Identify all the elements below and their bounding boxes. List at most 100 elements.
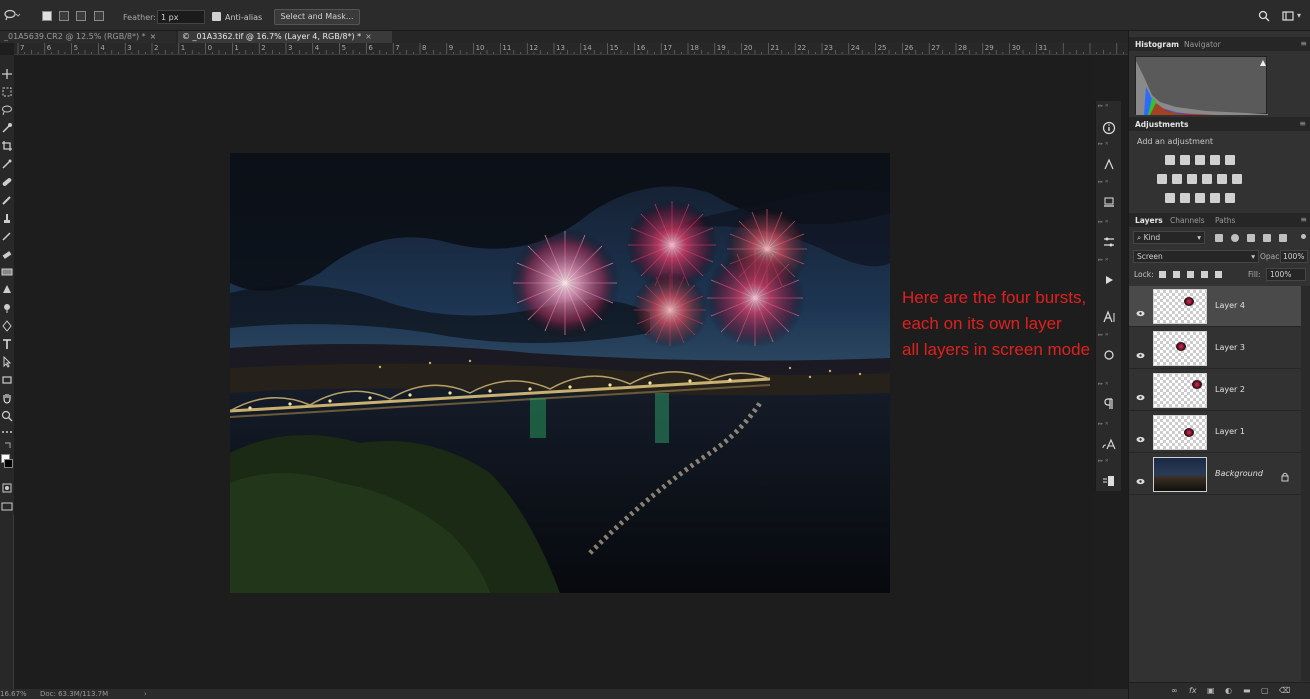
background-color-swatch[interactable] [4, 459, 13, 468]
photo-filter-icon[interactable] [1202, 174, 1212, 184]
filter-shape-icon[interactable] [1263, 234, 1271, 242]
tab-paths[interactable]: Paths [1215, 216, 1235, 225]
tab-navigator[interactable]: Navigator [1184, 40, 1221, 49]
hand-tool-icon[interactable] [1, 389, 13, 404]
pen-tool-icon[interactable] [1, 317, 13, 332]
tab-document-1[interactable]: _01A5639.CR2 @ 12.5% (RGB/8*) * × [0, 31, 176, 43]
screen-mode-icon[interactable] [1, 497, 13, 511]
layer-row-layer-2[interactable]: Layer 2 [1129, 370, 1301, 411]
selective-color-icon[interactable] [1225, 193, 1235, 203]
tab-layers[interactable]: Layers [1135, 216, 1163, 225]
filter-smart-object-icon[interactable] [1279, 234, 1287, 242]
posterize-icon[interactable] [1180, 193, 1190, 203]
marquee-tool-icon[interactable] [1, 83, 13, 97]
curves-icon[interactable] [1195, 155, 1205, 165]
history-brush-tool-icon[interactable] [1, 227, 13, 241]
visibility-eye-icon[interactable] [1136, 344, 1145, 359]
swap-colors-icon[interactable] [1, 437, 13, 449]
clone-source-icon[interactable] [1102, 194, 1116, 208]
dodge-tool-icon[interactable] [1, 299, 13, 313]
layer-comps-icon[interactable] [1102, 473, 1116, 487]
path-selection-tool-icon[interactable] [1, 353, 13, 368]
filter-adjustment-icon[interactable] [1231, 234, 1239, 242]
visibility-eye-icon[interactable] [1136, 470, 1145, 485]
layers-scrollbar[interactable] [1301, 286, 1310, 681]
gradient-tool-icon[interactable] [1, 263, 13, 276]
actions-play-icon[interactable] [1102, 272, 1116, 286]
glyphs-icon[interactable] [1102, 436, 1116, 450]
healing-brush-tool-icon[interactable] [1, 173, 13, 186]
search-icon[interactable] [1258, 10, 1270, 22]
black-white-icon[interactable] [1187, 174, 1197, 184]
visibility-eye-icon[interactable] [1136, 302, 1145, 317]
brightness-icon[interactable] [1165, 155, 1175, 165]
layer-style-fx-icon[interactable]: fx [1189, 687, 1197, 695]
hue-saturation-icon[interactable] [1157, 174, 1167, 184]
lock-artboard-icon[interactable] [1201, 271, 1208, 278]
more-tools-icon[interactable] [1, 423, 13, 435]
gradient-map-icon[interactable] [1210, 193, 1220, 203]
delete-layer-icon[interactable]: ⌫ [1279, 687, 1290, 695]
lock-transparent-pixels-icon[interactable] [1159, 271, 1166, 278]
filter-pixel-icon[interactable] [1215, 234, 1223, 242]
chevron-down-icon[interactable]: ▾ [1297, 11, 1301, 20]
new-adjustment-layer-icon[interactable]: ◐ [1225, 687, 1233, 695]
panel-menu-icon[interactable]: ≡ [1300, 39, 1307, 48]
filter-toggle-icon[interactable] [1301, 234, 1306, 239]
lock-all-icon[interactable] [1215, 271, 1222, 278]
layer-row-background[interactable]: Background [1129, 454, 1301, 495]
panel-menu-icon[interactable]: ≡ [1299, 119, 1306, 128]
tab-histogram[interactable]: Histogram [1135, 40, 1179, 49]
clone-stamp-tool-icon[interactable] [1, 209, 13, 223]
tab-channels[interactable]: Channels [1170, 216, 1205, 225]
visibility-eye-icon[interactable] [1136, 428, 1145, 443]
eraser-tool-icon[interactable] [1, 245, 13, 259]
color-balance-icon[interactable] [1172, 174, 1182, 184]
channel-mixer-icon[interactable] [1217, 174, 1227, 184]
rectangle-tool-icon[interactable] [1, 371, 13, 384]
eyedropper-tool-icon[interactable] [1, 155, 13, 169]
lock-image-pixels-icon[interactable] [1173, 271, 1180, 278]
blend-mode-select[interactable]: Screen ▾ [1133, 250, 1259, 263]
layer-row-layer-3[interactable]: Layer 3 [1129, 328, 1301, 369]
levels-icon[interactable] [1180, 155, 1190, 165]
brush-settings-icon[interactable] [1102, 156, 1116, 170]
select-and-mask-button[interactable]: Select and Mask... [274, 9, 360, 25]
document-image-fireworks-bridge[interactable] [230, 153, 890, 593]
link-layers-icon[interactable]: ∞ [1171, 687, 1179, 695]
info-panel-icon[interactable] [1102, 120, 1116, 135]
quick-mask-icon[interactable] [1, 479, 13, 493]
status-menu-chevron-icon[interactable]: › [144, 689, 147, 699]
blur-tool-icon[interactable] [1, 281, 13, 293]
paragraph-icon[interactable] [1102, 396, 1116, 410]
close-icon[interactable]: × [150, 32, 157, 41]
new-layer-icon[interactable]: ▢ [1261, 687, 1269, 695]
lock-icon[interactable] [1281, 467, 1289, 482]
lasso-icon[interactable] [4, 9, 22, 21]
layer-filter-kind-select[interactable]: ⌕ Kind ▾ [1133, 231, 1205, 244]
new-selection-button[interactable] [42, 11, 52, 21]
vibrance-icon[interactable] [1225, 155, 1235, 165]
panel-menu-icon[interactable]: ≡ [1300, 215, 1307, 224]
color-lookup-icon[interactable] [1232, 174, 1242, 184]
type-tool-icon[interactable] [1, 335, 13, 349]
quick-selection-tool-icon[interactable] [1, 119, 13, 133]
new-group-icon[interactable]: ▬ [1243, 687, 1251, 695]
close-icon[interactable]: × [365, 32, 372, 41]
crop-tool-icon[interactable] [1, 137, 13, 151]
zoom-tool-icon[interactable] [1, 407, 13, 422]
subtract-from-selection-button[interactable] [76, 11, 86, 21]
move-tool-icon[interactable] [1, 65, 13, 79]
lasso-tool-icon[interactable] [1, 101, 13, 116]
fill-input[interactable]: 100% [1266, 268, 1306, 281]
layer-row-layer-4[interactable]: Layer 4 [1129, 286, 1301, 327]
threshold-icon[interactable] [1195, 193, 1205, 203]
tab-document-2[interactable]: © _01A3362.tif @ 16.7% (Layer 4, RGB/8*)… [178, 31, 392, 43]
properties-icon[interactable] [1102, 234, 1116, 248]
feather-input[interactable]: 1 px [157, 10, 205, 24]
add-mask-icon[interactable]: ▣ [1207, 687, 1215, 695]
intersect-selection-button[interactable] [94, 11, 104, 21]
opacity-input[interactable]: 100% [1280, 250, 1308, 263]
lock-position-icon[interactable] [1187, 271, 1194, 278]
zoom-level[interactable]: 16.67% [0, 689, 27, 699]
